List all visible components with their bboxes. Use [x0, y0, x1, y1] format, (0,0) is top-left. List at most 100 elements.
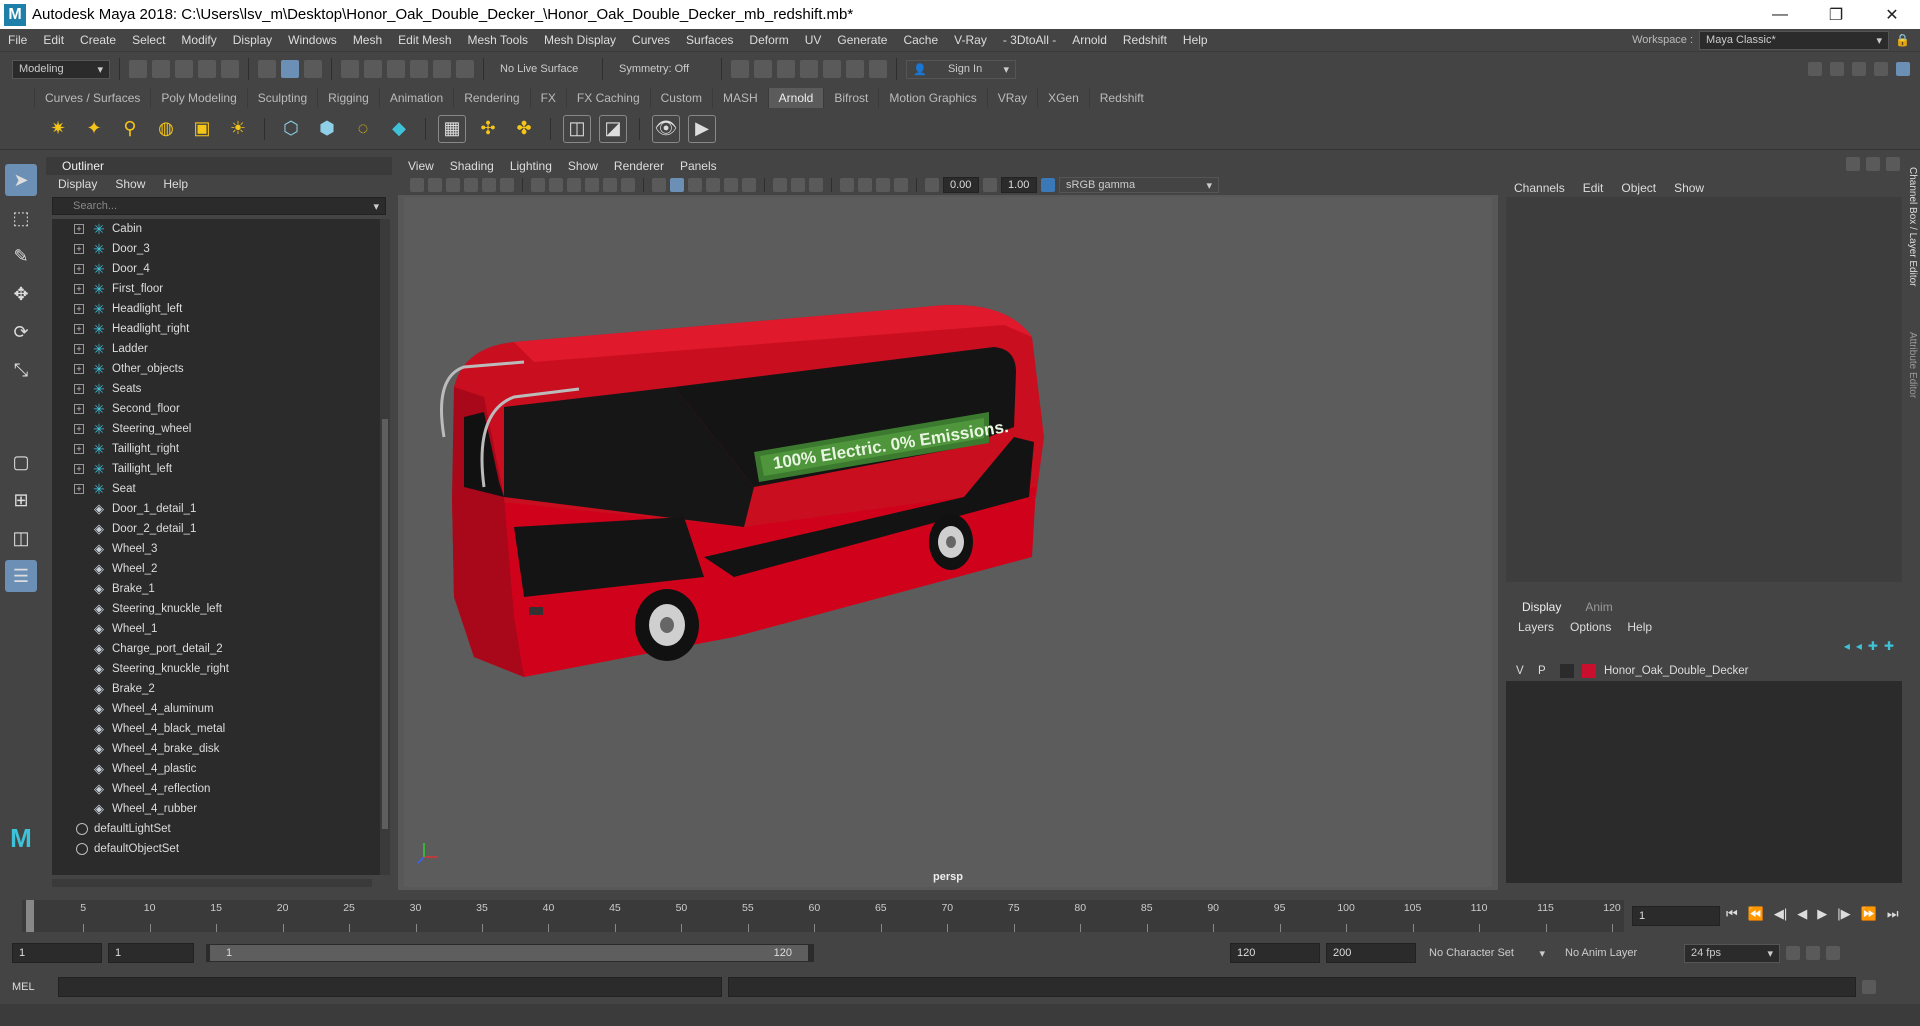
menu-help[interactable]: Help: [1175, 33, 1216, 47]
ipr-render-icon[interactable]: [777, 60, 795, 78]
smooth-shade-icon[interactable]: [670, 178, 684, 192]
paint-select-tool-icon[interactable]: ✎: [5, 240, 37, 272]
expand-icon[interactable]: +: [74, 484, 84, 494]
menu-deform[interactable]: Deform: [741, 33, 796, 47]
layer-color-swatch[interactable]: [1582, 664, 1596, 678]
go-to-end-icon[interactable]: ⏭: [1887, 906, 1899, 922]
outliner-menu-help[interactable]: Help: [163, 177, 188, 191]
exposure-field[interactable]: 0.00: [943, 177, 979, 193]
select-hierarchy-icon[interactable]: [258, 60, 276, 78]
menu-redshift[interactable]: Redshift: [1115, 33, 1175, 47]
play-backwards-icon[interactable]: ◀: [1797, 906, 1807, 922]
ambient-occlusion-icon[interactable]: [773, 178, 787, 192]
exposure-icon[interactable]: [925, 178, 939, 192]
outliner-item[interactable]: + ✳ First_floor: [52, 279, 384, 299]
image-plane-icon[interactable]: [464, 178, 478, 192]
range-track[interactable]: 1 120: [206, 944, 814, 962]
film-gate-icon[interactable]: [549, 178, 563, 192]
channel-box-side-tab[interactable]: Channel Box / Layer Editor: [1907, 167, 1918, 287]
channel-box-area[interactable]: [1506, 197, 1902, 582]
attribute-editor-side-tab[interactable]: Attribute Editor: [1907, 332, 1918, 398]
isolate-select-icon[interactable]: [840, 178, 854, 192]
two-d-pan-icon[interactable]: [482, 178, 496, 192]
pivot-icon[interactable]: [1846, 157, 1860, 171]
outliner-item[interactable]: + ✳ Taillight_left: [52, 459, 384, 479]
hypershade-icon[interactable]: [823, 60, 841, 78]
menu-mesh-display[interactable]: Mesh Display: [536, 33, 624, 47]
light-manager-icon[interactable]: ✤: [510, 115, 538, 143]
outliner-item[interactable]: ◈ Wheel_4_brake_disk: [52, 739, 384, 759]
preferences-icon[interactable]: [1826, 946, 1840, 960]
wireframe-on-shaded-icon[interactable]: [688, 178, 702, 192]
snap-vertex-icon[interactable]: [456, 60, 474, 78]
shelf-tab-motion-graphics[interactable]: Motion Graphics: [878, 88, 986, 108]
outliner-item[interactable]: ◈ Wheel_4_aluminum: [52, 699, 384, 719]
minimize-button[interactable]: —: [1752, 0, 1808, 29]
menu-edit[interactable]: Edit: [35, 33, 72, 47]
outliner-item[interactable]: + ✳ Headlight_left: [52, 299, 384, 319]
color-space-dropdown[interactable]: sRGB gamma ▾: [1059, 177, 1219, 193]
layout-toggle-icon[interactable]: [1896, 62, 1910, 76]
shelf-tab-xgen[interactable]: XGen: [1037, 88, 1089, 108]
menu-select[interactable]: Select: [124, 33, 173, 47]
export-standin-icon[interactable]: ⬢: [313, 115, 341, 143]
menu-file[interactable]: File: [0, 33, 35, 47]
snap-curve-icon[interactable]: [364, 60, 382, 78]
outliner-item[interactable]: ◈ Door_1_detail_1: [52, 499, 384, 519]
outliner-item[interactable]: + ✳ Ladder: [52, 339, 384, 359]
menu-windows[interactable]: Windows: [280, 33, 345, 47]
outliner-item[interactable]: + ✳ Steering_wheel: [52, 419, 384, 439]
layer-type-toggle[interactable]: [1560, 664, 1574, 678]
loop-icon[interactable]: [1786, 946, 1800, 960]
physical-sky-icon[interactable]: ☀: [224, 115, 252, 143]
outliner-item[interactable]: ◈ Steering_knuckle_right: [52, 659, 384, 679]
shelf-tab-custom[interactable]: Custom: [649, 88, 712, 108]
fps-dropdown[interactable]: 24 fps ▾: [1684, 943, 1780, 963]
flush-caches-icon[interactable]: ✣: [474, 115, 502, 143]
camera-attributes-icon[interactable]: [428, 178, 442, 192]
play-forwards-icon[interactable]: ▶: [1817, 906, 1827, 922]
curve-collector-icon[interactable]: ◌: [349, 115, 377, 143]
viewport-menu-show[interactable]: Show: [568, 159, 598, 173]
render-play-icon[interactable]: ▶: [688, 114, 716, 143]
viewport-menu-panels[interactable]: Panels: [680, 159, 717, 173]
outliner-item[interactable]: ◈ Door_2_detail_1: [52, 519, 384, 539]
gamma-icon[interactable]: [983, 178, 997, 192]
open-scene-icon[interactable]: [152, 60, 170, 78]
close-button[interactable]: ✕: [1864, 0, 1920, 29]
gate-mask-icon[interactable]: [585, 178, 599, 192]
camera-select-icon[interactable]: [410, 178, 424, 192]
menu-arnold[interactable]: Arnold: [1064, 33, 1115, 47]
live-surface-field[interactable]: No Live Surface: [493, 60, 593, 78]
select-tool-icon[interactable]: ➤: [5, 164, 37, 196]
outliner-item[interactable]: ◈ Wheel_1: [52, 619, 384, 639]
outliner-item[interactable]: + ✳ Cabin: [52, 219, 384, 239]
viewport-canvas[interactable]: 100% Electric. 0% Emissions. persp: [404, 197, 1492, 887]
layer-menu-help[interactable]: Help: [1627, 620, 1652, 634]
layer-name[interactable]: Honor_Oak_Double_Decker: [1604, 665, 1748, 677]
workspace-dropdown[interactable]: Maya Classic* ▾: [1699, 30, 1890, 50]
two-pane-layout-icon[interactable]: ◫: [5, 522, 37, 554]
motion-blur-icon[interactable]: [791, 178, 805, 192]
viewport-menu-lighting[interactable]: Lighting: [510, 159, 552, 173]
wireframe-icon[interactable]: [652, 178, 666, 192]
step-back-key-icon[interactable]: ⏪: [1748, 906, 1764, 922]
attribute-editor-icon[interactable]: [1830, 62, 1844, 76]
snap-surface-icon[interactable]: [433, 60, 451, 78]
backface-icon[interactable]: [894, 178, 908, 192]
script-editor-icon[interactable]: [1862, 980, 1876, 994]
toggle-icon[interactable]: [1866, 157, 1880, 171]
shelf-tab-mash[interactable]: MASH: [711, 88, 768, 108]
texture-manager-icon[interactable]: ▦: [438, 114, 466, 143]
viewport-menu-shading[interactable]: Shading: [450, 159, 494, 173]
new-scene-icon[interactable]: [129, 60, 147, 78]
area-light-icon[interactable]: ✷: [44, 115, 72, 143]
expand-icon[interactable]: +: [74, 224, 84, 234]
field-chart-icon[interactable]: [603, 178, 617, 192]
outliner-item[interactable]: + ✳ Headlight_right: [52, 319, 384, 339]
shelf-tab-curves-surfaces[interactable]: Curves / Surfaces: [34, 88, 150, 108]
lasso-tool-icon[interactable]: ⬚: [5, 202, 37, 234]
safe-action-icon[interactable]: [621, 178, 635, 192]
range-handle[interactable]: 1 120: [210, 945, 808, 961]
character-set-dropdown[interactable]: No Character Set ▾: [1422, 943, 1552, 963]
